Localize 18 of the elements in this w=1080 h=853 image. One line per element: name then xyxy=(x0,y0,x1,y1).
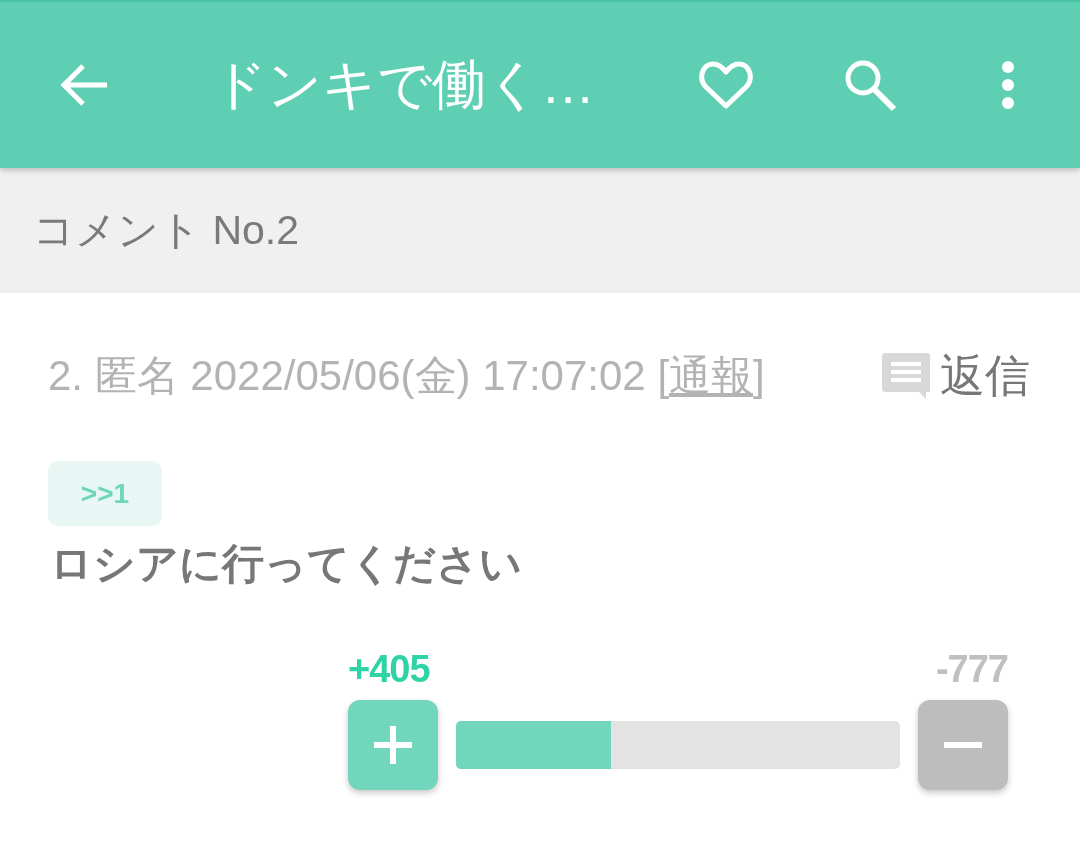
plus-vote-button[interactable] xyxy=(348,700,438,790)
page-title: ドンキで働く… xyxy=(212,52,596,116)
reply-anchor-link[interactable]: >>1 xyxy=(48,461,162,526)
reply-button[interactable]: 返信 xyxy=(882,346,1030,406)
back-arrow-icon xyxy=(59,63,109,107)
minus-vote-button[interactable] xyxy=(918,700,1008,790)
comment-meta: 2. 匿名 2022/05/06(金) 17:07:02 [通報] xyxy=(48,351,765,401)
minus-count: -777 xyxy=(935,650,1008,688)
report-link[interactable]: 通報 xyxy=(669,352,754,399)
search-icon xyxy=(843,58,897,112)
more-vertical-icon xyxy=(1001,60,1015,110)
plus-icon xyxy=(374,726,412,764)
comment-icon xyxy=(882,353,930,399)
plus-count: +405 xyxy=(348,650,430,688)
comment-body: ロシアに行ってください xyxy=(50,539,523,589)
minus-icon xyxy=(944,742,982,748)
section-label: コメント No.2 xyxy=(33,206,299,255)
heart-icon xyxy=(699,61,753,109)
